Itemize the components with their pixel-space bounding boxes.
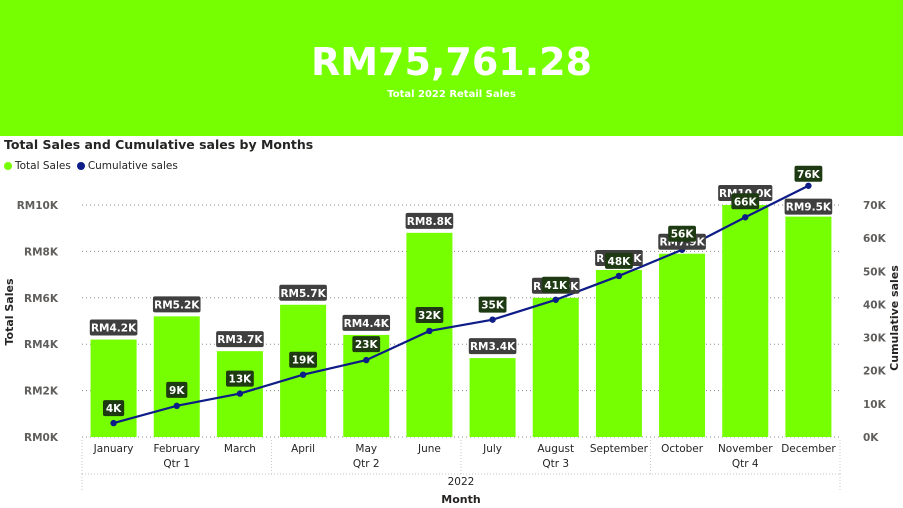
line-data-label: 56K: [671, 229, 695, 241]
cumulative-point-june: [426, 327, 433, 335]
bar-november: [722, 205, 769, 437]
quarter-label: Qtr 2: [353, 458, 380, 470]
x-tick-label: March: [224, 443, 256, 455]
cumulative-point-march: [236, 390, 244, 397]
bar-data-label: RM3.7K: [217, 334, 263, 346]
cumulative-point-january: [110, 419, 117, 427]
y-tick-label: RM2K: [24, 386, 59, 398]
y2-tick-label: 40K: [863, 299, 887, 311]
x-tick-label: December: [781, 443, 836, 455]
bar-september: [595, 269, 642, 437]
cumulative-point-july: [489, 316, 496, 323]
x-tick-label: January: [93, 443, 134, 455]
y2-tick-label: 50K: [863, 266, 887, 278]
line-data-label: 35K: [481, 300, 505, 312]
x-tick-label: November: [718, 443, 773, 455]
bar-data-label: RM3.4K: [470, 341, 516, 353]
bar-august: [532, 297, 579, 437]
line-data-label: 19K: [292, 355, 316, 367]
bar-data-label: RM8.8K: [407, 216, 453, 228]
bar-july: [469, 358, 516, 437]
y-tick-label: RM0K: [24, 432, 59, 444]
cumulative-point-august: [552, 296, 559, 303]
bar-data-label: RM5.2K: [154, 299, 200, 311]
x-tick-label: June: [417, 443, 441, 455]
line-data-label: 13K: [229, 374, 253, 386]
quarter-label: Qtr 3: [542, 458, 569, 470]
y2-tick-label: 70K: [863, 200, 887, 212]
y2-tick-label: 20K: [863, 366, 887, 378]
line-data-label: 23K: [355, 339, 379, 351]
quarter-label: Qtr 4: [732, 458, 759, 470]
cumulative-point-november: [742, 214, 749, 221]
y-tick-label: RM10K: [17, 200, 59, 212]
x-tick-label: February: [153, 443, 200, 455]
year-label: 2022: [448, 476, 475, 488]
y-tick-label: RM8K: [24, 246, 59, 258]
x-tick-label: April: [291, 443, 315, 455]
y2-tick-label: 10K: [863, 399, 887, 411]
y2-tick-label: 0K: [863, 432, 879, 444]
x-tick-label: October: [661, 443, 704, 455]
line-data-label: 9K: [169, 385, 185, 397]
y-axis-title: Total Sales: [3, 278, 16, 345]
bar-october: [659, 253, 706, 437]
y-tick-label: RM4K: [24, 339, 59, 351]
cumulative-point-september: [615, 272, 623, 280]
bar-data-label: RM5.7K: [280, 288, 326, 300]
bar-february: [153, 316, 200, 437]
line-data-label: 32K: [418, 310, 442, 322]
x-tick-label: September: [590, 443, 649, 455]
y2-axis-title: Cumulative sales: [888, 265, 901, 371]
bar-data-label: RM4.4K: [344, 318, 390, 330]
line-data-label: 76K: [797, 169, 821, 181]
cumulative-point-december: [805, 182, 812, 189]
cumulative-point-may: [363, 356, 370, 364]
combo-chart: RM0K RM2K RM4K RM6K RM8K RM10K 0K 10K 20K 30K 40K 5…: [3, 165, 901, 506]
bar-data-label: RM4.2K: [91, 323, 137, 335]
bar-june: [406, 232, 453, 437]
x-axis-title: Month: [441, 493, 480, 506]
bar-data-label: RM9.5K: [786, 202, 832, 214]
quarter-label: Qtr 1: [163, 458, 190, 470]
line-data-label: 41K: [544, 280, 568, 292]
bar-december: [785, 216, 832, 437]
x-tick-label: May: [355, 443, 377, 455]
line-data-label: 48K: [608, 256, 632, 268]
y2-tick-label: 30K: [863, 333, 887, 345]
cumulative-point-february: [173, 402, 180, 410]
x-tick-label: July: [482, 443, 502, 455]
x-tick-label: August: [537, 443, 574, 455]
cumulative-point-april: [299, 371, 307, 378]
y2-tick-label: 60K: [863, 233, 887, 245]
line-data-label: 4K: [106, 403, 122, 415]
y-tick-label: RM6K: [24, 293, 59, 305]
line-data-label: 66K: [734, 196, 758, 208]
